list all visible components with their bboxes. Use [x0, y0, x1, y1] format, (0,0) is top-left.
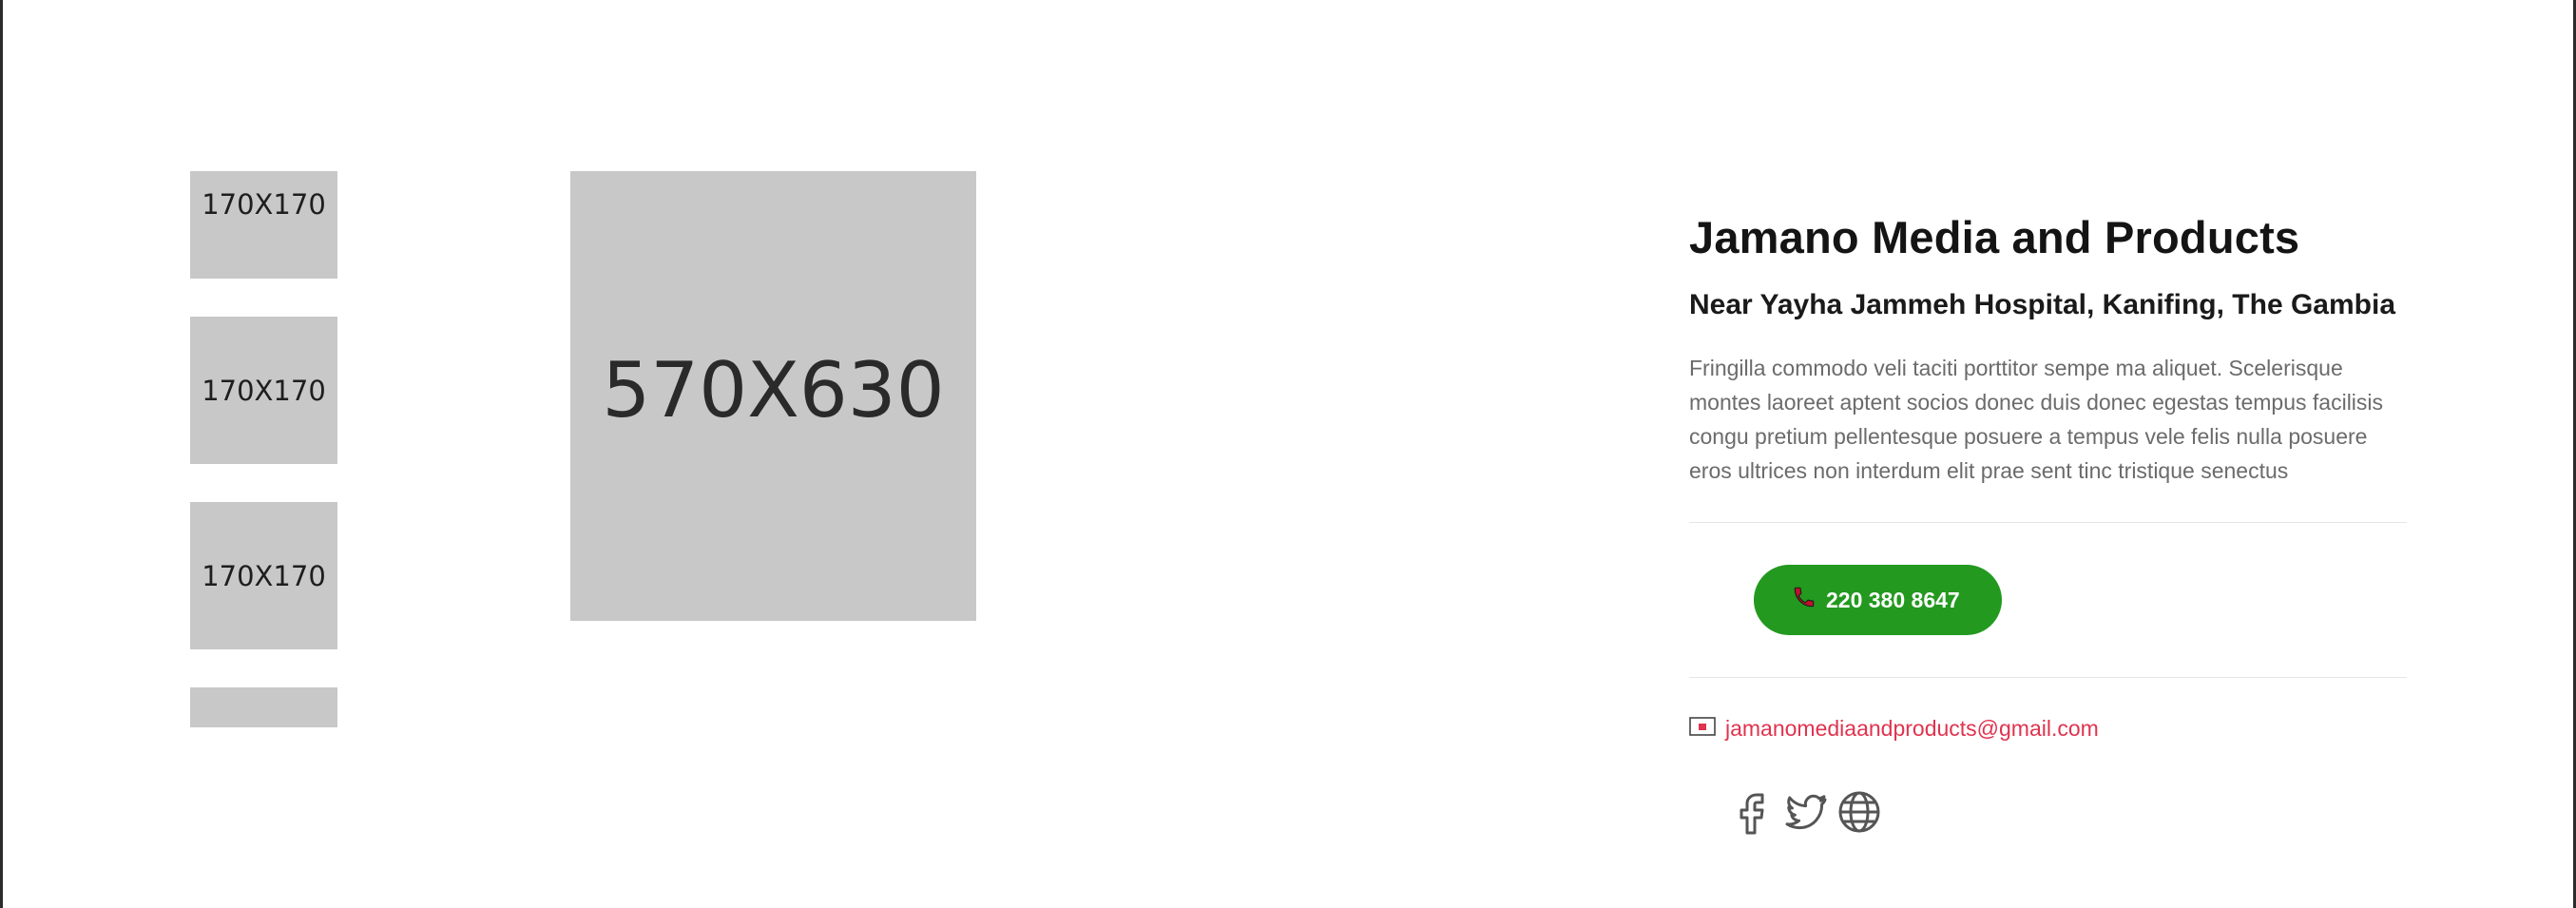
business-name: Jamano Media and Products — [1689, 212, 2300, 262]
gallery-thumbnail-2[interactable]: 170X170 — [190, 317, 337, 464]
gallery-thumbnail-1[interactable]: 170X170 — [190, 171, 337, 279]
social-links — [1730, 789, 2407, 835]
globe-icon[interactable] — [1836, 789, 1882, 835]
email-icon — [1689, 717, 1716, 741]
main-product-image: 570X630 — [570, 171, 976, 621]
window-border-left — [0, 0, 3, 908]
thumbnail-size-label: 170X170 — [202, 559, 326, 592]
phone-icon — [1792, 585, 1817, 615]
facebook-icon[interactable] — [1730, 789, 1776, 835]
business-address: Near Yayha Jammeh Hospital, Kanifing, Th… — [1689, 289, 2396, 321]
call-button-row: 220 380 8647 — [1689, 523, 2407, 677]
email-link[interactable]: jamanomediaandproducts@gmail.com — [1725, 716, 2099, 742]
call-phone-button[interactable]: 220 380 8647 — [1754, 565, 2002, 636]
gallery-thumbnail-4[interactable] — [190, 687, 337, 727]
thumbnail-size-label: 170X170 — [202, 188, 326, 221]
thumbnail-size-label: 170X170 — [202, 374, 326, 407]
business-details-panel: Jamano Media and Products Near Yayha Jam… — [1689, 211, 2407, 835]
twitter-icon[interactable] — [1783, 789, 1829, 835]
main-image-size-label: 570X630 — [602, 346, 945, 435]
business-description: Fringilla commodo veli taciti porttitor … — [1689, 356, 2384, 484]
phone-number: 220 380 8647 — [1826, 587, 1960, 612]
email-row: jamanomediaandproducts@gmail.com — [1689, 716, 2407, 742]
gallery-thumbnail-3[interactable]: 170X170 — [190, 502, 337, 649]
divider — [1689, 677, 2407, 679]
